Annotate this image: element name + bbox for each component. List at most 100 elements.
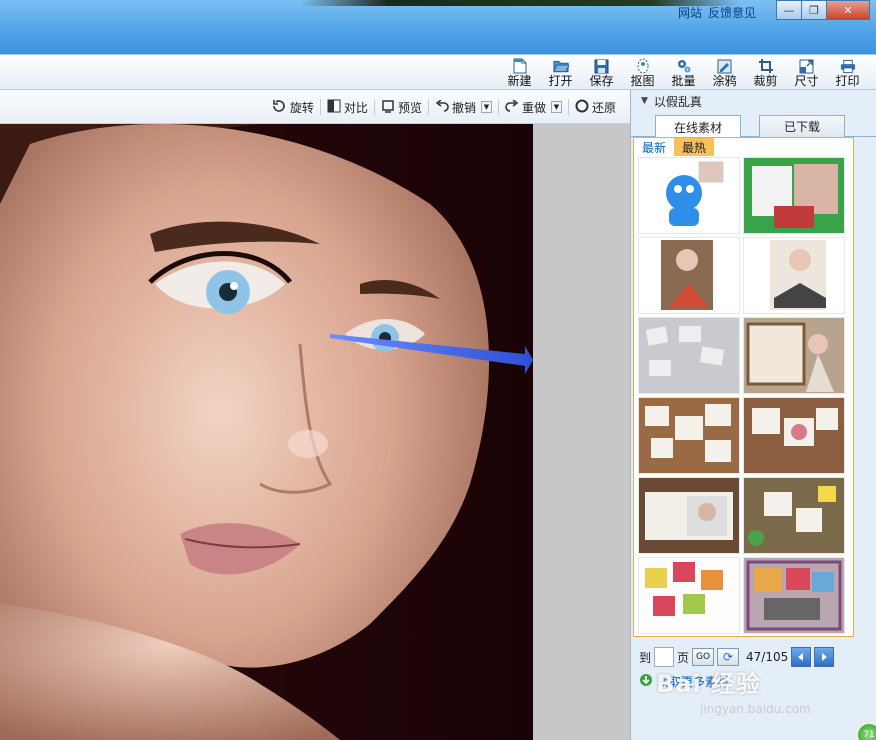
resize-button[interactable]: 尺寸 <box>786 55 827 91</box>
rotate-label: 旋转 <box>289 100 314 115</box>
batch-button[interactable]: 批量 <box>663 55 704 91</box>
title-links: 网站 反馈意见 <box>678 4 756 21</box>
print-label: 打印 <box>835 74 860 88</box>
thumbnail[interactable] <box>638 397 740 474</box>
edit-toolbar: 旋转 对比 预览 撤销 ▼ 重做 ▼ 还原 <box>0 90 630 124</box>
thumbnail[interactable] <box>743 317 845 394</box>
compare-button[interactable]: 对比 <box>321 97 374 117</box>
panel-title: 以假乱真 <box>653 94 702 109</box>
redo-label: 重做 <box>521 100 546 115</box>
download-circle-icon <box>639 673 653 690</box>
cutout-button[interactable]: 抠图 <box>622 55 663 91</box>
thumbnail-grid <box>638 157 845 634</box>
restore-circle-icon <box>575 99 589 116</box>
crop-button[interactable]: 裁剪 <box>745 55 786 91</box>
page-count: 47/105 <box>746 650 789 664</box>
printer-icon <box>840 58 856 74</box>
arrow-left-icon <box>798 653 804 661</box>
restore-button[interactable]: ❐ <box>801 0 827 20</box>
minimize-button[interactable]: — <box>776 0 802 20</box>
restore-label: 还原 <box>591 100 616 115</box>
graffiti-icon <box>717 58 733 74</box>
restore-button[interactable]: 还原 <box>569 97 622 117</box>
save-icon <box>594 58 610 74</box>
new-button[interactable]: 新建 <box>499 55 540 91</box>
preview-button[interactable]: 预览 <box>375 97 428 117</box>
thumbnail[interactable] <box>743 237 845 314</box>
arrow-right-icon <box>822 653 828 661</box>
open-label: 打开 <box>548 74 573 88</box>
thumbnail[interactable] <box>638 237 740 314</box>
preview-label: 预览 <box>397 100 422 115</box>
restore-icon: ❐ <box>809 3 819 17</box>
thumbnail[interactable] <box>638 317 740 394</box>
compare-icon <box>327 99 341 116</box>
redo-button[interactable]: 重做 ▼ <box>499 97 568 117</box>
thumbnail[interactable] <box>743 397 845 474</box>
watermark-brand: Bai 经验 <box>656 670 762 698</box>
batch-label: 批量 <box>671 74 696 88</box>
new-file-icon <box>512 58 528 74</box>
edited-photo[interactable] <box>0 124 533 740</box>
material-panel: ▼ 以假乱真 在线素材 已下载 最新 最热 到 页 GO ⟳ 47/105 获取… <box>630 90 876 740</box>
redo-dropdown-icon[interactable]: ▼ <box>550 101 562 113</box>
close-button[interactable]: ✕ <box>826 0 870 20</box>
material-tabs: 在线素材 已下载 <box>631 115 876 138</box>
thumbnail[interactable] <box>638 157 740 234</box>
crop-icon <box>758 58 774 74</box>
watermark-url: jingyan.baidu.com <box>700 702 811 716</box>
tab-downloaded[interactable]: 已下载 <box>759 115 845 137</box>
panel-header[interactable]: ▼ 以假乱真 <box>631 90 876 112</box>
thumbnail[interactable] <box>743 557 845 634</box>
cutout-icon <box>635 58 651 74</box>
image-canvas[interactable] <box>0 124 630 740</box>
new-label: 新建 <box>507 74 532 88</box>
cutout-label: 抠图 <box>630 74 655 88</box>
print-button[interactable]: 打印 <box>827 55 868 91</box>
thumbnail[interactable] <box>743 157 845 234</box>
batch-gear-icon <box>676 58 692 74</box>
corner-badge: 71 <box>856 722 876 740</box>
rotate-icon <box>271 99 287 116</box>
resize-label: 尺寸 <box>794 74 819 88</box>
undo-dropdown-icon[interactable]: ▼ <box>480 101 492 113</box>
undo-button[interactable]: 撤销 ▼ <box>429 97 498 117</box>
sort-tabs: 最新 最热 <box>634 138 715 156</box>
website-link[interactable]: 网站 <box>678 4 702 21</box>
collapse-triangle-icon[interactable]: ▼ <box>641 96 648 106</box>
open-button[interactable]: 打开 <box>540 55 581 91</box>
pager-to-label: 到 <box>639 650 652 665</box>
feedback-link[interactable]: 反馈意见 <box>708 4 756 21</box>
title-bar: 网站 反馈意见 — ❐ ✕ <box>0 0 876 54</box>
tab-newest[interactable]: 最新 <box>634 138 674 156</box>
save-label: 保存 <box>589 74 614 88</box>
graffiti-label: 涂鸦 <box>712 74 737 88</box>
pager-page-label: 页 <box>677 650 690 665</box>
prev-page-button[interactable] <box>791 647 812 667</box>
refresh-icon: ⟳ <box>723 650 734 664</box>
undo-icon <box>435 98 449 115</box>
next-page-button[interactable] <box>814 647 835 667</box>
undo-label: 撤销 <box>451 100 476 115</box>
thumbnail[interactable] <box>638 557 740 634</box>
title-decoration <box>300 0 740 6</box>
window-controls: — ❐ ✕ <box>776 0 870 20</box>
minimize-icon: — <box>783 3 795 17</box>
rotate-button[interactable]: 旋转 <box>265 97 320 117</box>
thumbnail[interactable] <box>638 477 740 554</box>
portrait-image <box>0 124 533 740</box>
folder-open-icon <box>552 58 569 74</box>
main-toolbar: 新建 打开 保存 抠图 批量 涂鸦 裁剪 尺寸 打印 <box>0 54 876 90</box>
thumbnail[interactable] <box>743 477 845 554</box>
tab-hottest[interactable]: 最热 <box>674 138 715 156</box>
resize-icon <box>799 58 815 74</box>
graffiti-button[interactable]: 涂鸦 <box>704 55 745 91</box>
compare-label: 对比 <box>343 100 368 115</box>
tab-online-materials[interactable]: 在线素材 <box>655 115 741 138</box>
save-button[interactable]: 保存 <box>581 55 622 91</box>
material-list: 最新 最热 <box>633 137 854 637</box>
close-icon: ✕ <box>843 3 853 17</box>
crop-label: 裁剪 <box>753 74 778 88</box>
redo-icon <box>505 98 519 115</box>
preview-icon <box>381 99 395 116</box>
